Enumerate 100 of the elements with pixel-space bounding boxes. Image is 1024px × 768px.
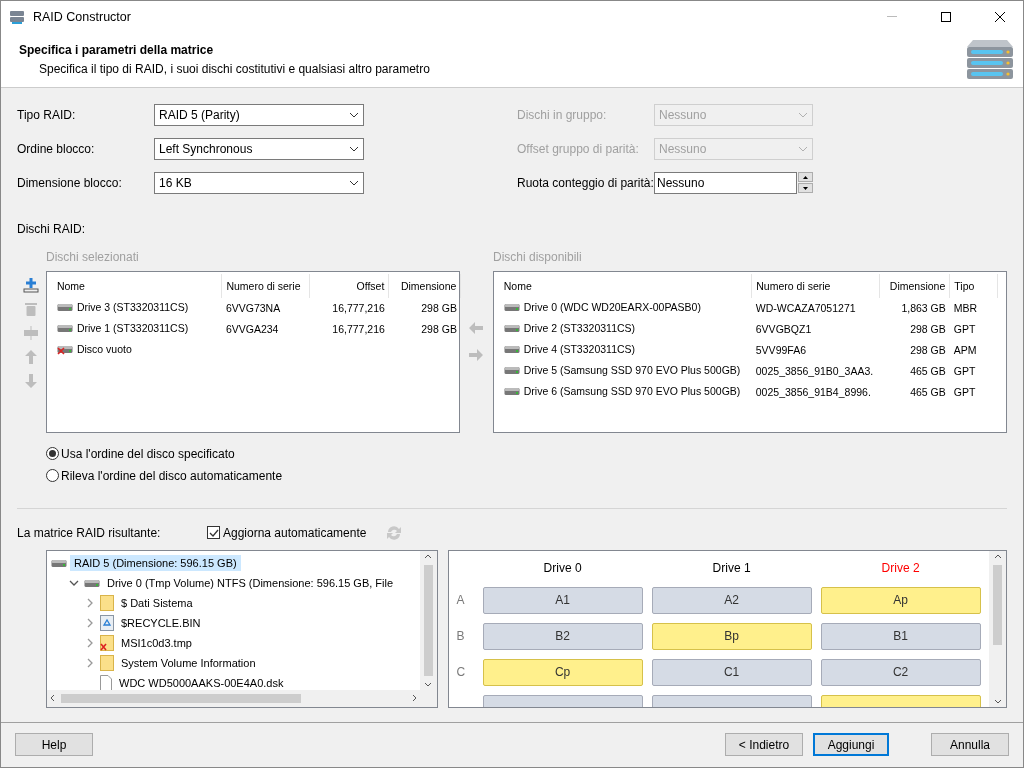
refresh-icon[interactable] <box>386 524 403 541</box>
field-label: Ordine blocco: <box>17 141 96 156</box>
table-cell-text: 6VVGBQZ1 <box>754 322 813 338</box>
radio-button[interactable] <box>46 447 59 461</box>
table-cell-text: 298 GB <box>420 322 458 338</box>
column-header[interactable]: Dimensione <box>388 273 461 298</box>
table-cell-text: 6VVGA234 <box>224 322 280 338</box>
dialog-button[interactable]: < Indietro <box>725 733 803 757</box>
column-header[interactable]: Nome <box>52 273 222 298</box>
missing-drive-icon <box>56 343 73 356</box>
parity-block: Bp <box>651 622 812 650</box>
tree-item[interactable]: Drive 0 (Tmp Volume) NTFS (Dimensione: 596.15 GB, File <box>103 574 398 591</box>
maximize-icon <box>941 11 951 22</box>
checkbox[interactable] <box>207 526 220 540</box>
scroll-left-icon[interactable] <box>50 694 55 703</box>
scroll-up-icon[interactable] <box>993 553 1002 559</box>
disk-name[interactable]: Disco vuoto <box>76 343 132 356</box>
chevron-right-icon[interactable] <box>87 657 93 668</box>
scroll-up-icon[interactable] <box>424 553 433 559</box>
disk-name[interactable]: Drive 4 (ST3320311CS) <box>523 343 636 356</box>
row-label: B <box>455 629 466 644</box>
disk-name[interactable]: Drive 3 (ST3320311CS) <box>76 301 189 314</box>
checkbox-label[interactable]: Aggiorna automaticamente <box>223 525 367 540</box>
drive-icon <box>503 301 520 314</box>
add-disk-icon <box>23 277 40 294</box>
scroll-thumb[interactable] <box>423 564 433 676</box>
vertical-scrollbar[interactable] <box>989 550 1006 707</box>
disk-name[interactable]: Drive 0 (WDC WD20EARX-00PASB0) <box>523 301 701 314</box>
server-stack-icon <box>965 38 1015 81</box>
caret-down-icon <box>803 186 808 190</box>
disk-name[interactable]: Drive 6 (Samsung SSD 970 EVO Plus 500GB) <box>523 385 741 398</box>
chevron-right-icon[interactable] <box>87 637 93 648</box>
radio-button[interactable] <box>46 469 59 483</box>
radio-label[interactable]: Usa l'ordine del disco specificato <box>61 446 235 461</box>
tree-item[interactable]: $RECYCLE.BIN <box>117 614 205 631</box>
tree-item[interactable]: $ Dati Sistema <box>117 594 197 611</box>
scroll-right-icon[interactable] <box>411 694 417 703</box>
column-header[interactable]: Numero di serie <box>221 273 310 298</box>
parity-block: Ap <box>820 586 981 614</box>
section-label: La matrice RAID risultante: <box>17 525 162 540</box>
folder-icon <box>100 594 114 611</box>
chevron-right-icon[interactable] <box>87 617 93 628</box>
column-header[interactable]: Dimensione <box>879 273 950 298</box>
drive-icon <box>503 364 520 377</box>
dialog-button[interactable]: Help <box>15 733 93 757</box>
table-cell-text: 465 GB <box>909 385 947 401</box>
spin-up-button[interactable] <box>798 172 813 183</box>
chevron-down-icon <box>349 179 359 186</box>
arrow-up-icon <box>25 350 38 365</box>
column-header[interactable]: Tipo <box>949 273 998 298</box>
window-title: RAID Constructor <box>33 9 132 24</box>
chevron-down-icon <box>349 145 359 152</box>
disk-name[interactable]: Drive 5 (Samsung SSD 970 EVO Plus 500GB) <box>523 364 741 377</box>
scroll-thumb[interactable] <box>61 693 301 703</box>
column-header[interactable]: Numero di serie <box>751 273 880 298</box>
dialog-button[interactable]: Aggiungi <box>813 733 889 757</box>
table-cell-text: APM <box>952 343 978 359</box>
spin-down-button[interactable] <box>798 183 813 194</box>
radio-label[interactable]: Rileva l'ordine del disco automaticamente <box>61 468 283 483</box>
close-icon <box>995 11 1005 22</box>
vertical-scrollbar[interactable] <box>419 550 437 690</box>
table-cell: MBR <box>949 297 998 319</box>
dropdown[interactable]: RAID 5 (Parity) <box>154 103 364 126</box>
tree-item[interactable]: MSI1c0d3.tmp <box>117 634 196 651</box>
disk-name[interactable]: Drive 2 (ST3320311CS) <box>523 322 636 335</box>
horizontal-scrollbar[interactable] <box>47 689 420 707</box>
disk-name[interactable]: Drive 1 (ST3320311CS) <box>76 322 189 335</box>
field-label: Dischi in gruppo: <box>517 107 608 122</box>
file-icon <box>100 674 112 690</box>
data-block: C1 <box>651 658 812 686</box>
scroll-down-icon[interactable] <box>424 681 433 687</box>
toolbar-button[interactable] <box>22 276 41 294</box>
recycle-bin-icon <box>100 614 114 631</box>
caret-up-icon <box>803 175 808 179</box>
row-label: C <box>455 665 467 680</box>
table-cell-text: 0025_3856_91B0_3AA3. <box>754 364 875 380</box>
dialog-button[interactable]: Annulla <box>931 733 1009 757</box>
app-icon <box>9 8 25 25</box>
drive-icon <box>503 343 520 356</box>
table-cell-text: GPT <box>952 364 977 380</box>
column-header[interactable]: Nome <box>499 273 752 298</box>
trash-icon <box>24 301 39 318</box>
chevron-down-icon[interactable] <box>69 579 79 586</box>
scroll-down-icon[interactable] <box>993 698 1002 704</box>
scroll-thumb[interactable] <box>993 564 1002 645</box>
tree-item[interactable]: System Volume Information <box>117 654 260 671</box>
tree-item[interactable]: RAID 5 (Dimensione: 596.15 GB) <box>70 554 241 571</box>
column-header[interactable]: Offset <box>309 273 389 298</box>
chevron-right-icon[interactable] <box>87 597 93 608</box>
minimize-icon <box>887 16 897 17</box>
tree-item[interactable]: WDC WD5000AAKS-00E4A0.dsk <box>115 674 288 690</box>
field-label: Offset gruppo di parità: <box>517 141 640 156</box>
table-cell-text: GPT <box>952 385 977 401</box>
table-cell-text: 298 GB <box>909 343 947 359</box>
insert-disk-icon <box>23 326 40 341</box>
dropdown[interactable]: Left Synchronous <box>154 137 364 160</box>
input-field[interactable]: Nessuno <box>654 171 797 194</box>
field-label: Tipo RAID: <box>17 107 77 122</box>
dropdown[interactable]: 16 KB <box>154 171 364 194</box>
data-block: B2 <box>482 622 643 650</box>
